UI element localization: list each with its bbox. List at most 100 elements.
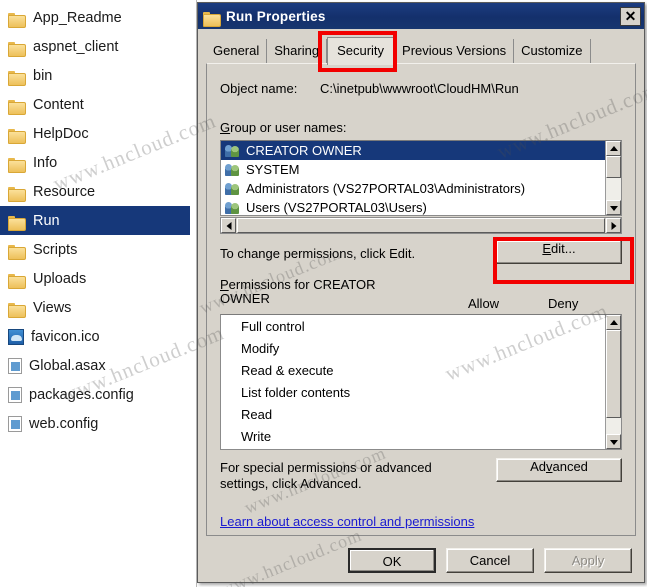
group-user-list-item[interactable]: SYSTEM	[221, 160, 621, 179]
run-properties-dialog: Run Properties ✕ General Sharing Security P…	[197, 2, 645, 583]
object-name-value: C:\inetpub\wwwroot\CloudHM\Run	[320, 81, 519, 96]
group-user-list-item[interactable]: Users (VS27PORTAL03\Users)	[221, 198, 621, 215]
tab-sharing[interactable]: Sharing	[267, 39, 328, 63]
edit-button-rest: dit...	[551, 241, 576, 256]
ok-button[interactable]: OK	[348, 547, 436, 573]
file-tree-item-label: Run	[33, 212, 60, 229]
permission-name: Modify	[241, 340, 280, 356]
permissions-title-rest: ermissions for CREATOR OWNER	[220, 277, 376, 306]
tab-customize[interactable]: Customize	[514, 39, 591, 63]
tab-previous-versions[interactable]: Previous Versions	[395, 39, 515, 63]
advanced-hint-text: For special permissions or advanced sett…	[220, 460, 432, 491]
permission-row[interactable]: List folder contents	[221, 381, 621, 403]
file-tree-item-label: Resource	[33, 183, 96, 200]
tab-strip: General Sharing Security Previous Versions C…	[206, 35, 644, 65]
permission-name: Read & execute	[241, 362, 334, 378]
file-tree-item-label: aspnet_client	[33, 38, 119, 55]
advanced-button[interactable]: Advanced	[496, 458, 622, 482]
file-tree-item[interactable]: HelpDoc	[0, 119, 196, 148]
permission-row[interactable]: Write	[221, 425, 621, 447]
group-user-list[interactable]: CREATOR OWNER SYSTEM Administrators (VS27P…	[220, 140, 622, 216]
file-tree-item[interactable]: Views	[0, 293, 196, 322]
users-group-icon	[224, 200, 241, 215]
folder-icon	[8, 271, 26, 289]
permission-row[interactable]: Read & execute	[221, 359, 621, 381]
file-tree-item[interactable]: Content	[0, 90, 196, 119]
group-list-scroll-thumb[interactable]	[606, 156, 621, 178]
file-tree-item[interactable]: App_Readme	[0, 3, 196, 32]
permissions-list[interactable]: Full control Modify Read & execute List fol…	[220, 314, 622, 450]
learn-about-access-control-link[interactable]: Learn about access control and permissio…	[220, 514, 474, 529]
file-tree-item[interactable]: Scripts	[0, 235, 196, 264]
group-user-list-item[interactable]: Administrators (VS27PORTAL03\Administrat…	[221, 179, 621, 198]
group-list-hscroll-thumb[interactable]	[237, 218, 605, 233]
group-user-name: Administrators (VS27PORTAL03\Administrat…	[246, 181, 526, 196]
file-tree-item-label: Global.asax	[29, 357, 106, 374]
file-tree-item-label: App_Readme	[33, 9, 122, 26]
permission-name: Write	[241, 428, 272, 444]
file-tree-item[interactable]: Resource	[0, 177, 196, 206]
tab-security[interactable]: Security	[327, 37, 396, 65]
folder-icon	[8, 155, 26, 173]
dialog-footer: OK Cancel Apply	[198, 538, 644, 582]
file-tree-item[interactable]: packages.config	[0, 380, 196, 409]
advanced-button-rest: anced	[552, 459, 588, 474]
scroll-down-icon[interactable]	[606, 434, 621, 449]
apply-button: Apply	[544, 547, 632, 573]
scroll-up-icon[interactable]	[606, 315, 621, 330]
file-tree-item-label: Info	[33, 154, 58, 171]
scroll-down-icon[interactable]	[606, 200, 621, 215]
close-icon[interactable]: ✕	[620, 6, 641, 26]
group-user-list-item[interactable]: CREATOR OWNER	[221, 141, 621, 160]
file-tree-item[interactable]: aspnet_client	[0, 32, 196, 61]
group-or-user-names-label: Group or user names:	[220, 120, 347, 135]
scroll-left-icon[interactable]	[221, 218, 236, 233]
document-icon	[8, 357, 22, 374]
file-tree-item-label: web.config	[29, 415, 99, 432]
file-tree-item[interactable]: Info	[0, 148, 196, 177]
permission-row[interactable]: Full control	[221, 315, 621, 337]
scroll-right-icon[interactable]	[606, 218, 621, 233]
folder-icon	[8, 213, 26, 231]
group-label-rest: roup or user names:	[230, 120, 347, 135]
permission-name: List folder contents	[241, 384, 351, 400]
file-tree-item[interactable]: bin	[0, 61, 196, 90]
file-tree-panel: App_Readme aspnet_clientbin Content HelpDoc…	[0, 0, 197, 587]
file-tree-item-label: bin	[33, 67, 53, 84]
group-list-vertical-scrollbar[interactable]	[605, 141, 621, 215]
scroll-up-icon[interactable]	[606, 141, 621, 156]
folder-icon	[8, 242, 26, 260]
file-tree-item[interactable]: Uploads	[0, 264, 196, 293]
file-tree-item-label: Views	[33, 299, 72, 316]
allow-column-header: Allow	[468, 296, 500, 311]
permission-name: Full control	[241, 318, 305, 334]
folder-icon	[8, 68, 26, 86]
file-tree-item-label: Scripts	[33, 241, 78, 258]
users-group-icon	[224, 181, 241, 196]
permissions-title: Permissions for CREATOR OWNER	[220, 277, 376, 306]
permissions-scroll-thumb[interactable]	[606, 330, 621, 418]
security-tab-page: Object name: C:\inetpub\wwwroot\CloudHM\…	[206, 63, 636, 536]
document-icon	[8, 415, 22, 432]
file-tree-item[interactable]: Global.asax	[0, 351, 196, 380]
tab-general[interactable]: General	[206, 39, 268, 63]
file-tree-item[interactable]: Run	[0, 206, 190, 235]
file-tree-item[interactable]: web.config	[0, 409, 196, 438]
permissions-vertical-scrollbar[interactable]	[605, 315, 621, 449]
folder-icon	[8, 97, 26, 115]
group-list-horizontal-scrollbar[interactable]	[220, 217, 622, 234]
folder-icon	[8, 10, 26, 28]
cancel-button[interactable]: Cancel	[446, 547, 534, 573]
group-user-name: CREATOR OWNER	[246, 143, 362, 158]
file-tree-item[interactable]: favicon.ico	[0, 322, 196, 351]
permission-row[interactable]: Read	[221, 403, 621, 425]
users-group-icon	[224, 143, 241, 158]
edit-hint-text: To change permissions, click Edit.	[220, 246, 416, 261]
edit-button[interactable]: Edit...	[496, 240, 622, 264]
file-tree-item-label: Content	[33, 96, 84, 113]
permission-name: Read	[241, 406, 273, 422]
permission-row[interactable]: Modify	[221, 337, 621, 359]
dialog-title-bar: Run Properties ✕	[198, 3, 644, 29]
folder-icon	[203, 9, 221, 27]
dialog-title: Run Properties	[226, 8, 326, 24]
